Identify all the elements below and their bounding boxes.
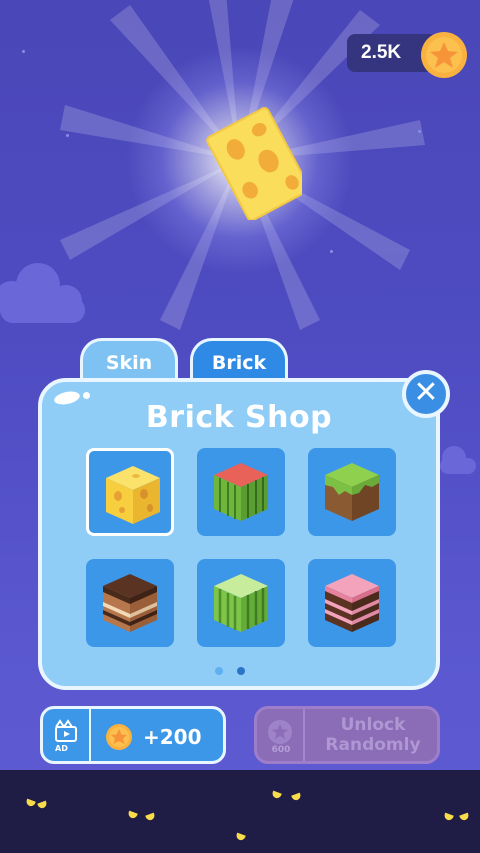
star — [22, 50, 25, 53]
cloud — [440, 446, 476, 474]
grass-cube-icon — [325, 463, 379, 521]
button-divider — [89, 709, 91, 761]
melon-cube-icon — [214, 574, 268, 632]
tab-brick-label: Brick — [211, 352, 267, 374]
star-coin-icon — [421, 32, 467, 78]
reward-amount: +200 — [143, 725, 202, 749]
coin-amount: 2.5K — [361, 42, 402, 63]
unlock-randomly-button[interactable]: 600 Unlock Randomly — [254, 706, 440, 764]
dark-ground — [0, 770, 480, 853]
unlock-label: Unlock Randomly — [309, 715, 437, 755]
unlock-label-line2: Randomly — [325, 735, 421, 755]
ad-label: AD — [55, 744, 68, 753]
cheese-brick-hero — [206, 107, 302, 220]
coin-icon — [268, 720, 292, 744]
shop-item-melon-green-brick[interactable] — [197, 559, 285, 647]
coin-counter: 2.5K — [347, 32, 467, 78]
strawberry-cake-cube-icon — [325, 574, 379, 632]
watermelon-cube-icon — [214, 463, 268, 521]
glowing-eye — [271, 790, 282, 800]
video-ad-icon — [55, 719, 77, 742]
star — [418, 130, 421, 133]
game-scene: 2.5K Skin Brick Brick Shop ✕ AD +200 600… — [0, 0, 480, 853]
shop-item-watermelon-brick[interactable] — [197, 448, 285, 536]
panel-title: Brick Shop — [145, 400, 333, 435]
star — [330, 250, 333, 253]
page-indicator-dot[interactable] — [215, 667, 223, 675]
page-indicator-dot-active[interactable] — [237, 667, 245, 675]
close-button[interactable]: ✕ — [402, 370, 450, 418]
shop-item-grass-dirt-brick[interactable] — [308, 448, 396, 536]
glowing-eye — [235, 832, 246, 842]
glowing-eye — [459, 812, 470, 822]
star-coin-icon — [106, 724, 132, 750]
glowing-eye — [291, 792, 302, 802]
glowing-eye — [37, 800, 48, 810]
shop-item-cheese-brick[interactable] — [86, 448, 174, 536]
unlock-price: 600 — [271, 745, 291, 755]
chocolate-cake-cube-icon — [103, 574, 157, 632]
tab-skin-label: Skin — [105, 352, 153, 374]
close-icon: ✕ — [413, 375, 439, 410]
panel-shine — [83, 392, 90, 399]
star — [66, 134, 69, 137]
cheese-cube-icon — [106, 466, 160, 524]
watch-ad-reward-button[interactable]: AD +200 — [40, 706, 226, 764]
unlock-label-line1: Unlock — [340, 715, 406, 735]
glowing-eye — [25, 798, 36, 808]
glowing-eye — [145, 812, 156, 822]
brick-shop-panel: Brick Shop — [38, 378, 440, 690]
glowing-eye — [127, 810, 138, 820]
button-divider — [303, 709, 305, 761]
shop-item-chocolate-cake-brick[interactable] — [86, 559, 174, 647]
glowing-eye — [443, 812, 454, 822]
shop-item-strawberry-cake-brick[interactable] — [308, 559, 396, 647]
cloud — [0, 263, 85, 323]
